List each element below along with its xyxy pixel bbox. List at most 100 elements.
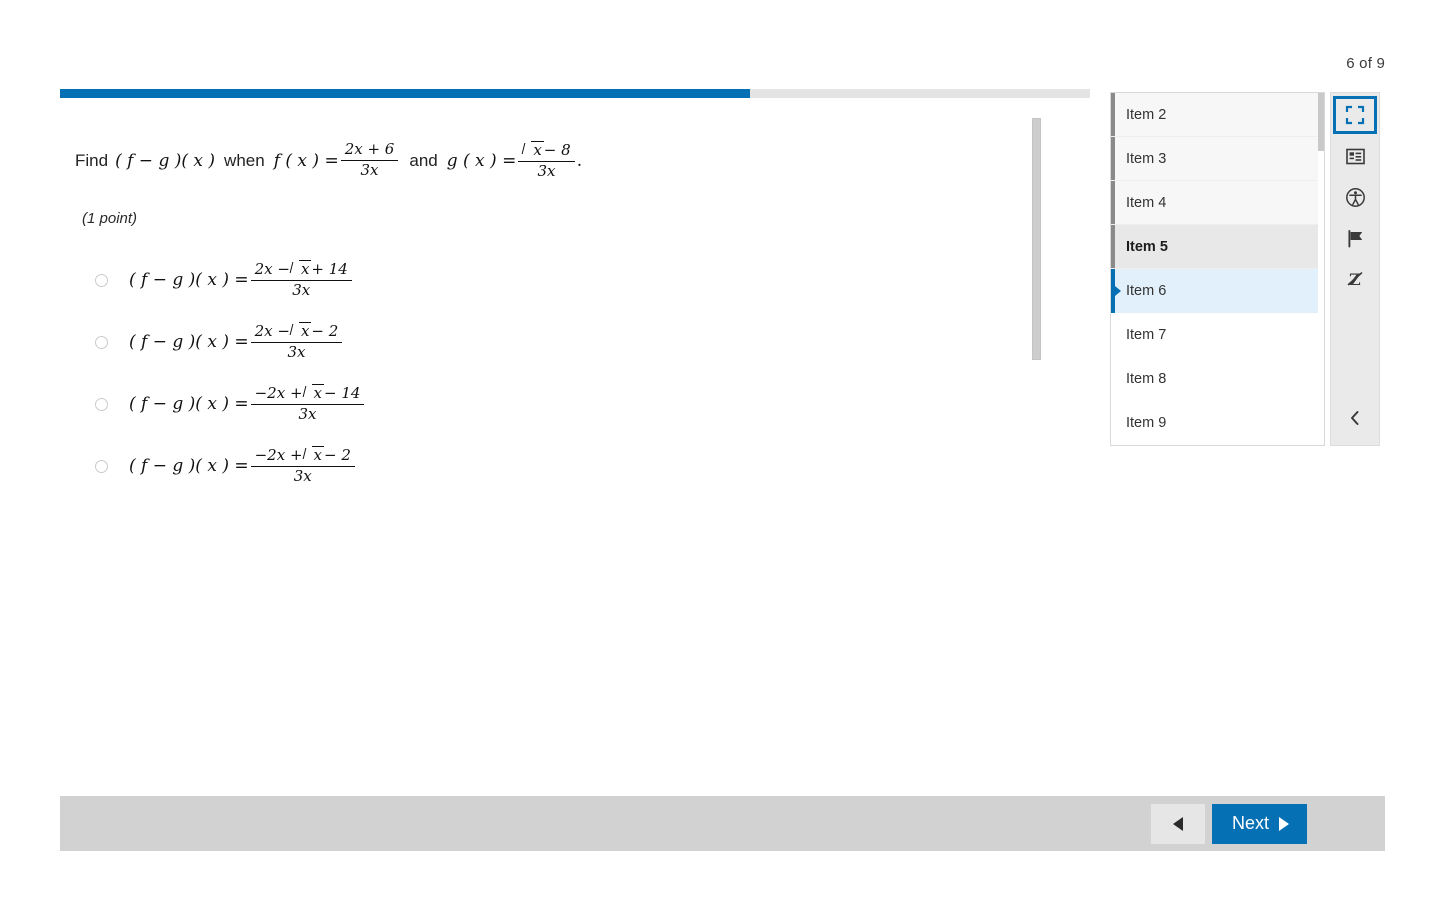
question-pane: Find ( f − g )( x ) when f ( x ) = 2x + … bbox=[60, 110, 1060, 490]
item-status-marker bbox=[1111, 93, 1115, 136]
item-list-entry-9[interactable]: Item 9 bbox=[1111, 401, 1324, 445]
item-list: Item 2 Item 3 Item 4 Item 5 Item 6 Item … bbox=[1111, 93, 1324, 445]
option-d-denominator: 3x bbox=[250, 465, 355, 485]
answer-options: ( f − g )( x ) = 2x − x + 14 3x ( f − g )(… bbox=[60, 249, 1060, 497]
period: . bbox=[576, 151, 583, 171]
g-label: g ( x ) = bbox=[446, 151, 517, 171]
item-label: Item 5 bbox=[1126, 238, 1168, 255]
option-d-fraction: −2x + x − 2 3x bbox=[250, 445, 355, 485]
option-d-row[interactable]: ( f − g )( x ) = −2x + x − 2 3x bbox=[60, 435, 1060, 497]
item-label: Item 9 bbox=[1126, 415, 1167, 431]
f-fraction: 2x + 6 3x bbox=[340, 140, 399, 179]
expression-f-minus-g: ( f − g )( x ) bbox=[115, 151, 216, 171]
sqrt-icon: x bbox=[303, 383, 324, 402]
question-when-text: when bbox=[224, 151, 265, 170]
option-c-numerator: −2x + x − 14 bbox=[254, 383, 361, 403]
item-list-entry-8[interactable]: Item 8 bbox=[1111, 357, 1324, 401]
fullscreen-icon[interactable] bbox=[1333, 96, 1377, 134]
option-c-radio[interactable] bbox=[95, 397, 108, 411]
item-list-entry-7[interactable]: Item 7 bbox=[1111, 313, 1324, 357]
navigation-footer: Next bbox=[60, 796, 1385, 851]
next-button-label: Next bbox=[1231, 813, 1269, 833]
option-d-numerator: −2x + x − 2 bbox=[254, 445, 351, 465]
option-c-text: ( f − g )( x ) = −2x + x − 14 3x bbox=[129, 384, 366, 424]
function-g-definition: g ( x ) = x − 8 3x . bbox=[447, 141, 582, 181]
f-label: f ( x ) = bbox=[273, 151, 339, 171]
option-b-fraction: 2x − x − 2 3x bbox=[250, 321, 343, 361]
question-scrollbar-thumb[interactable] bbox=[1032, 118, 1041, 360]
option-b-numerator: 2x − x − 2 bbox=[254, 321, 339, 341]
sqrt-icon: x bbox=[290, 321, 312, 340]
item-list-entry-2[interactable]: Item 2 bbox=[1111, 93, 1324, 137]
g-fraction: x − 8 3x bbox=[518, 140, 575, 180]
flag-icon[interactable] bbox=[1334, 219, 1376, 257]
question-and-text: and bbox=[409, 151, 438, 170]
option-c-row[interactable]: ( f − g )( x ) = −2x + x − 14 3x bbox=[60, 373, 1060, 435]
next-button[interactable]: Next bbox=[1211, 803, 1307, 844]
option-d-lhs: ( f − g )( x ) = bbox=[129, 456, 249, 476]
item-panel-scrollbar-thumb[interactable] bbox=[1318, 93, 1324, 151]
item-status-marker bbox=[1111, 225, 1115, 268]
option-b-text: ( f − g )( x ) = 2x − x − 2 3x bbox=[129, 322, 344, 362]
current-item-arrow-icon bbox=[1115, 286, 1121, 296]
sqrt-icon: x bbox=[290, 259, 312, 278]
item-status-marker bbox=[1111, 137, 1115, 180]
item-navigation-panel: Item 2 Item 3 Item 4 Item 5 Item 6 Item … bbox=[1110, 92, 1325, 446]
option-a-fraction: 2x − x + 14 3x bbox=[250, 259, 352, 299]
previous-button[interactable] bbox=[1150, 803, 1205, 844]
progress-bar-fill bbox=[60, 89, 751, 98]
option-a-numerator: 2x − x + 14 bbox=[254, 259, 348, 279]
item-status-marker bbox=[1111, 401, 1115, 445]
question-scrollbar[interactable] bbox=[1032, 118, 1041, 478]
item-list-entry-4[interactable]: Item 4 bbox=[1111, 181, 1324, 225]
option-a-radio[interactable] bbox=[95, 273, 108, 287]
item-label: Item 6 bbox=[1126, 283, 1167, 299]
g-numerator: x − 8 bbox=[518, 140, 574, 160]
arrow-left-icon bbox=[1172, 816, 1183, 831]
item-panel-scrollbar[interactable] bbox=[1318, 93, 1324, 445]
item-label: Item 7 bbox=[1126, 327, 1167, 343]
option-c-denominator: 3x bbox=[250, 403, 365, 423]
option-b-row[interactable]: ( f − g )( x ) = 2x − x − 2 3x bbox=[60, 311, 1060, 373]
option-d-text: ( f − g )( x ) = −2x + x − 2 3x bbox=[129, 446, 357, 486]
g-numerator-rest: − 8 bbox=[543, 141, 571, 160]
item-status-marker bbox=[1111, 181, 1115, 224]
item-label: Item 8 bbox=[1126, 371, 1167, 387]
option-a-row[interactable]: ( f − g )( x ) = 2x − x + 14 3x bbox=[60, 249, 1060, 311]
f-denominator: 3x bbox=[340, 159, 399, 179]
item-label: Item 3 bbox=[1126, 150, 1167, 167]
option-c-fraction: −2x + x − 14 3x bbox=[250, 383, 365, 423]
item-list-entry-6[interactable]: Item 6 bbox=[1111, 269, 1324, 313]
option-d-radio[interactable] bbox=[95, 459, 108, 473]
g-denominator: 3x bbox=[518, 160, 575, 180]
item-status-marker bbox=[1111, 313, 1115, 357]
item-label: Item 2 bbox=[1126, 106, 1167, 123]
tool-palette: Z bbox=[1330, 92, 1380, 446]
strikethrough-icon[interactable]: Z bbox=[1334, 260, 1376, 298]
item-label: Item 4 bbox=[1126, 194, 1167, 211]
option-b-lhs: ( f − g )( x ) = bbox=[129, 332, 249, 352]
option-a-lhs: ( f − g )( x ) = bbox=[129, 270, 249, 290]
option-a-denominator: 3x bbox=[250, 279, 352, 299]
option-a-text: ( f − g )( x ) = 2x − x + 14 3x bbox=[129, 260, 354, 300]
accessibility-icon[interactable] bbox=[1334, 178, 1376, 216]
f-numerator: 2x + 6 bbox=[344, 140, 395, 159]
arrow-right-icon bbox=[1279, 816, 1289, 831]
item-list-entry-3[interactable]: Item 3 bbox=[1111, 137, 1324, 181]
point-value: (1 point) bbox=[82, 210, 138, 227]
option-c-lhs: ( f − g )( x ) = bbox=[129, 394, 249, 414]
option-b-denominator: 3x bbox=[250, 341, 343, 361]
question-lead-text: Find bbox=[75, 151, 109, 170]
function-f-definition: f ( x ) = 2x + 6 3x bbox=[273, 140, 401, 180]
item-list-entry-5[interactable]: Item 5 bbox=[1111, 225, 1324, 269]
collapse-panel-chevron-icon[interactable] bbox=[1334, 399, 1376, 437]
item-counter: 6 of 9 bbox=[1346, 55, 1385, 72]
question-stem: Find ( f − g )( x ) when f ( x ) = 2x + … bbox=[60, 138, 1060, 184]
progress-bar-track bbox=[60, 89, 1090, 98]
sqrt-icon: x bbox=[303, 445, 324, 464]
sqrt-icon: x bbox=[522, 140, 544, 159]
notes-icon[interactable] bbox=[1334, 137, 1376, 175]
option-b-radio[interactable] bbox=[95, 335, 108, 349]
item-status-marker bbox=[1111, 357, 1115, 401]
assessment-page: 6 of 9 Find ( f − g )( x ) when f ( x ) … bbox=[0, 0, 1440, 900]
